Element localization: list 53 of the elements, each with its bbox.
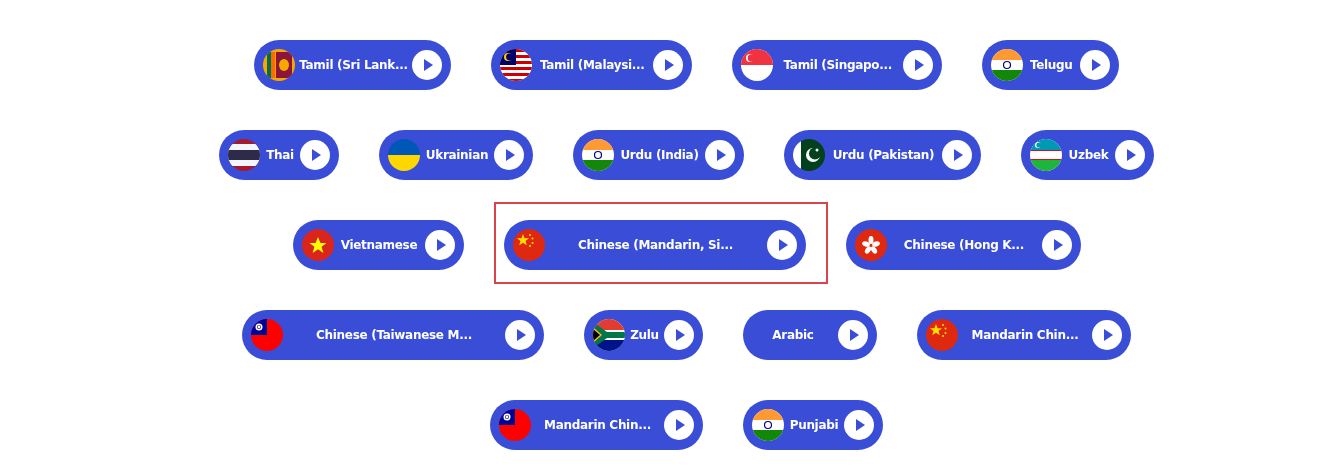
- language-button[interactable]: Tamil (Malaysi...: [490, 40, 692, 90]
- flag-icon: [251, 319, 283, 351]
- flag-icon: [582, 139, 614, 171]
- flag-icon: [263, 49, 296, 81]
- flag-icon: [228, 139, 260, 171]
- language-button[interactable]: Vietnamese: [292, 220, 464, 270]
- language-button[interactable]: Zulu: [584, 310, 703, 360]
- language-button[interactable]: Uzbek: [1021, 130, 1154, 180]
- play-icon: [766, 230, 797, 260]
- language-button[interactable]: Ukrainian: [379, 130, 533, 180]
- flag-icon: [990, 49, 1023, 81]
- language-button[interactable]: Urdu (Pakistan): [784, 130, 981, 180]
- flag-icon: [793, 139, 825, 171]
- flag-icon: [499, 409, 531, 441]
- play-icon: [664, 320, 694, 350]
- language-button[interactable]: Telugu: [981, 40, 1119, 90]
- play-icon: [1079, 50, 1110, 80]
- language-button[interactable]: Arabic: [743, 310, 877, 360]
- language-button[interactable]: Chinese (Taiwanese M...: [242, 310, 544, 360]
- play-icon: [411, 50, 442, 80]
- flag-icon: [388, 139, 420, 171]
- language-button[interactable]: Thai: [219, 130, 339, 180]
- flag-icon: [593, 319, 625, 351]
- play-icon: [505, 320, 535, 350]
- play-icon: [664, 410, 694, 440]
- language-button[interactable]: Punjabi: [743, 400, 883, 450]
- flag-icon: [740, 49, 773, 81]
- flag-icon: [301, 229, 334, 261]
- flag-icon: [512, 229, 545, 261]
- play-icon: [1092, 320, 1122, 350]
- language-button[interactable]: Mandarin Chin...: [490, 400, 703, 450]
- play-icon: [902, 50, 933, 80]
- flag-icon: [854, 229, 887, 261]
- play-icon: [705, 140, 735, 170]
- play-icon: [942, 140, 972, 170]
- language-button[interactable]: Urdu (India): [573, 130, 744, 180]
- flag-icon: [926, 319, 958, 351]
- play-icon: [838, 320, 868, 350]
- flag-icon: [499, 49, 532, 81]
- play-icon: [652, 50, 683, 80]
- flag-icon: [752, 409, 784, 441]
- flag-icon: [1030, 139, 1062, 171]
- play-icon: [1115, 140, 1145, 170]
- play-icon: [424, 230, 455, 260]
- language-button[interactable]: Chinese (Mandarin, Si...: [503, 220, 806, 270]
- play-icon: [1041, 230, 1072, 260]
- play-icon: [300, 140, 330, 170]
- play-icon: [494, 140, 524, 170]
- language-button[interactable]: Tamil (Singapo...: [731, 40, 942, 90]
- language-button[interactable]: Mandarin Chin...: [917, 310, 1131, 360]
- language-button[interactable]: Tamil (Sri Lank...: [254, 40, 451, 90]
- play-icon: [844, 410, 874, 440]
- language-button[interactable]: Chinese (Hong K...: [845, 220, 1081, 270]
